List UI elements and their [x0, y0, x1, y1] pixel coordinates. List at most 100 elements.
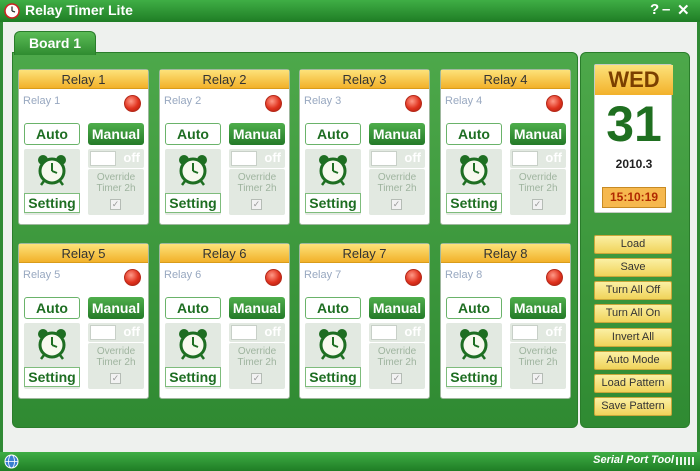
- on-off-toggle[interactable]: off: [88, 149, 144, 168]
- setting-label: Setting: [165, 193, 221, 213]
- relay-name: Relay 3: [304, 95, 342, 107]
- setting-button[interactable]: Setting: [165, 323, 221, 389]
- alarm-clock-icon: [38, 155, 66, 186]
- manual-button[interactable]: Manual: [88, 123, 144, 145]
- override-checkbox[interactable]: ✓: [110, 373, 121, 384]
- override-checkbox[interactable]: ✓: [251, 373, 262, 384]
- toggle-knob: [231, 325, 257, 340]
- setting-button[interactable]: Setting: [165, 149, 221, 215]
- auto-button[interactable]: Auto: [165, 123, 221, 145]
- override-checkbox[interactable]: ✓: [391, 373, 402, 384]
- on-off-toggle[interactable]: off: [88, 323, 144, 342]
- override-checkbox[interactable]: ✓: [532, 373, 543, 384]
- invert-all-button[interactable]: Invert All: [594, 328, 672, 347]
- override-checkbox[interactable]: ✓: [391, 199, 402, 210]
- manual-button[interactable]: Manual: [88, 297, 144, 319]
- override-timer: Override Timer 2h ✓: [229, 343, 285, 389]
- manual-button[interactable]: Manual: [369, 123, 425, 145]
- help-button[interactable]: ?: [650, 1, 659, 18]
- setting-label: Setting: [305, 367, 361, 387]
- on-off-toggle[interactable]: off: [229, 149, 285, 168]
- on-off-toggle[interactable]: off: [369, 323, 425, 342]
- calendar-day: 31: [606, 96, 662, 152]
- status-led-icon: [546, 269, 563, 286]
- status-led-icon: [546, 95, 563, 112]
- setting-button[interactable]: Setting: [24, 149, 80, 215]
- alarm-clock-icon: [319, 155, 347, 186]
- relay-name: Relay 8: [445, 269, 483, 281]
- tab-board-1[interactable]: Board 1: [14, 31, 96, 55]
- manual-button[interactable]: Manual: [510, 297, 566, 319]
- manual-button[interactable]: Manual: [510, 123, 566, 145]
- setting-button[interactable]: Setting: [305, 149, 361, 215]
- toggle-knob: [371, 151, 397, 166]
- auto-button[interactable]: Auto: [446, 123, 502, 145]
- override-timer: Override Timer 2h ✓: [369, 343, 425, 389]
- relay-card-1: Relay 1 Relay 1 Auto Manual Setting off …: [18, 69, 149, 225]
- relay-card-5: Relay 5 Relay 5 Auto Manual Setting off …: [18, 243, 149, 399]
- toggle-off-label: off: [123, 324, 140, 339]
- auto-button[interactable]: Auto: [446, 297, 502, 319]
- auto-button[interactable]: Auto: [165, 297, 221, 319]
- setting-button[interactable]: Setting: [24, 323, 80, 389]
- on-off-toggle[interactable]: off: [510, 149, 566, 168]
- relay-title: Relay 8: [441, 244, 570, 263]
- status-text: Serial Port Tool: [593, 454, 674, 466]
- override-checkbox[interactable]: ✓: [251, 199, 262, 210]
- grip-icon[interactable]: [676, 457, 694, 465]
- turn-all-on-button[interactable]: Turn All On: [594, 304, 672, 323]
- save-pattern-button[interactable]: Save Pattern: [594, 397, 672, 416]
- setting-button[interactable]: Setting: [305, 323, 361, 389]
- auto-button[interactable]: Auto: [305, 297, 361, 319]
- override-checkbox[interactable]: ✓: [532, 199, 543, 210]
- title-bar: Relay Timer Lite ? – ✕: [0, 0, 700, 22]
- setting-button[interactable]: Setting: [446, 323, 502, 389]
- relay-title: Relay 6: [160, 244, 289, 263]
- on-off-toggle[interactable]: off: [369, 149, 425, 168]
- override-label: Override Timer 2h: [237, 346, 277, 368]
- manual-button[interactable]: Manual: [229, 297, 285, 319]
- turn-all-off-button[interactable]: Turn All Off: [594, 281, 672, 300]
- load-button[interactable]: Load: [594, 235, 672, 254]
- relay-name: Relay 7: [304, 269, 342, 281]
- status-led-icon: [405, 269, 422, 286]
- relay-name: Relay 1: [23, 95, 61, 107]
- override-checkbox[interactable]: ✓: [110, 199, 121, 210]
- setting-label: Setting: [24, 193, 80, 213]
- save-button[interactable]: Save: [594, 258, 672, 277]
- toggle-knob: [90, 151, 116, 166]
- minimize-button[interactable]: –: [662, 1, 670, 18]
- alarm-clock-icon: [38, 329, 66, 360]
- relay-card-6: Relay 6 Relay 6 Auto Manual Setting off …: [159, 243, 290, 399]
- alarm-clock-icon: [319, 329, 347, 360]
- auto-button[interactable]: Auto: [24, 297, 80, 319]
- setting-label: Setting: [24, 367, 80, 387]
- setting-label: Setting: [305, 193, 361, 213]
- on-off-toggle[interactable]: off: [510, 323, 566, 342]
- override-label: Override Timer 2h: [518, 172, 558, 194]
- alarm-clock-icon: [179, 155, 207, 186]
- auto-button[interactable]: Auto: [24, 123, 80, 145]
- manual-button[interactable]: Manual: [229, 123, 285, 145]
- load-pattern-button[interactable]: Load Pattern: [594, 374, 672, 393]
- globe-icon: [4, 454, 19, 469]
- manual-button[interactable]: Manual: [369, 297, 425, 319]
- toggle-off-label: off: [264, 150, 281, 165]
- status-led-icon: [265, 95, 282, 112]
- override-timer: Override Timer 2h ✓: [510, 169, 566, 215]
- on-off-toggle[interactable]: off: [229, 323, 285, 342]
- calendar-widget: WED 31 2010.3 15:10:19: [594, 64, 673, 213]
- toggle-off-label: off: [404, 150, 421, 165]
- relay-title: Relay 3: [300, 70, 429, 89]
- calendar-time: 15:10:19: [602, 187, 666, 208]
- override-label: Override Timer 2h: [377, 172, 417, 194]
- setting-label: Setting: [165, 367, 221, 387]
- relay-name: Relay 6: [164, 269, 202, 281]
- setting-button[interactable]: Setting: [446, 149, 502, 215]
- status-bar: Serial Port Tool: [0, 452, 700, 471]
- auto-mode-button[interactable]: Auto Mode: [594, 351, 672, 370]
- relay-title: Relay 5: [19, 244, 148, 263]
- auto-button[interactable]: Auto: [305, 123, 361, 145]
- close-button[interactable]: ✕: [677, 1, 690, 19]
- status-led-icon: [124, 95, 141, 112]
